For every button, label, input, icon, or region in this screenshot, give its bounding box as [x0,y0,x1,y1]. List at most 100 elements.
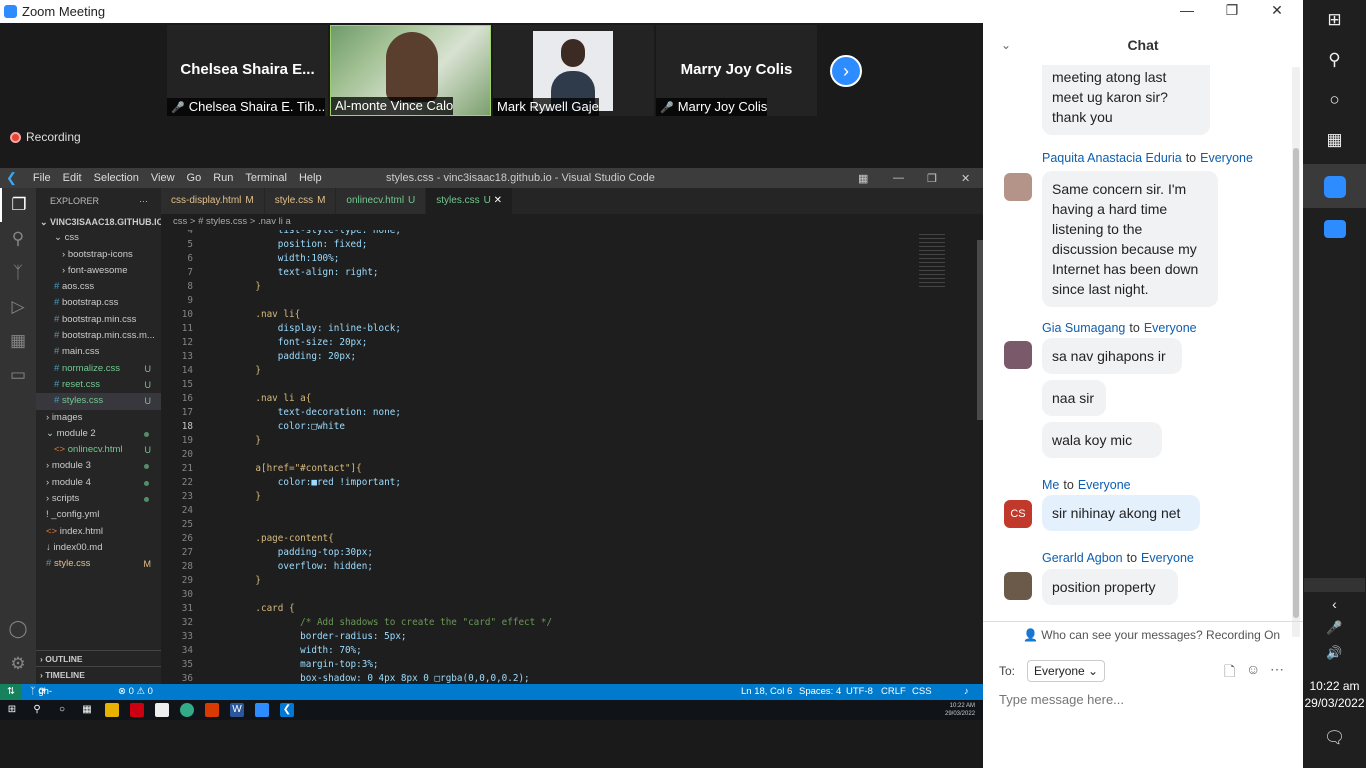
file-tree-item[interactable]: ⌄ css [36,230,161,246]
who-can-see-notice[interactable]: 👤 Who can see your messages? Recording O… [983,621,1303,647]
language-mode[interactable]: CSS [912,684,932,700]
git-branch[interactable]: ᛉ gh-pages* ⟳ [30,684,68,713]
search-icon[interactable]: ⚲ [1303,50,1366,70]
more-icon[interactable]: ⋯ [1270,661,1284,678]
file-tree-item[interactable]: # bootstrap.min.css.m... [36,328,161,344]
menu-terminal[interactable]: Terminal [239,172,293,184]
file-tree-item[interactable]: › font-awesome [36,263,161,279]
network-volume-icon[interactable]: 🔊 [1303,645,1366,661]
search-icon[interactable]: ⚲ [0,222,36,256]
file-icon[interactable]: 🗋 [1224,661,1235,685]
vs-close-icon[interactable]: ✕ [961,172,970,185]
editor-tab[interactable]: style.css M [264,188,337,214]
participant-tile[interactable]: Chelsea Shaira E... 🎤 Chelsea Shaira E. T… [167,25,328,116]
remote-icon[interactable]: ⇅ [0,684,22,700]
windows-start-icon[interactable]: ⊞ [1303,10,1366,30]
run-debug-icon[interactable]: ▷ [0,290,36,324]
menu-run[interactable]: Run [207,172,239,184]
message-sender[interactable]: Paquita Anastacia Eduria to Everyone [1042,151,1253,165]
zoom-share-icon[interactable] [1303,218,1366,238]
more-actions-icon[interactable]: ⋯ [139,188,148,214]
file-tree-item[interactable]: # normalize.css U [36,361,161,377]
tray-scrollbar[interactable] [1304,578,1365,592]
menu-edit[interactable]: Edit [57,172,88,184]
mic-icon[interactable]: 🎤 [1303,620,1366,636]
system-clock[interactable]: 10:22 am 29/03/2022 [1303,678,1366,712]
source-control-icon[interactable]: ᛉ [0,256,36,290]
show-hidden-icons[interactable]: ‹ [1303,596,1366,612]
notification-center-icon[interactable]: 🗨 [1303,728,1366,748]
file-tree-item[interactable]: # bootstrap.css [36,295,161,311]
chat-message[interactable]: wala koy mic [1042,422,1162,458]
file-tree-item[interactable]: › module 3 [36,458,161,474]
menu-help[interactable]: Help [293,172,328,184]
editor-tab[interactable]: onlinecv.html U [336,188,427,214]
file-tree-item[interactable]: › module 4 [36,475,161,491]
close-icon[interactable]: ✕ [1267,2,1287,19]
vs-restore-icon[interactable]: ❐ [927,172,937,185]
timeline-section[interactable]: › TIMELINE [36,666,161,682]
explorer-icon[interactable]: ❐ [0,188,36,222]
file-tree-item[interactable]: <> index.html [36,524,161,540]
vs-minimize-icon[interactable]: — [893,172,904,184]
remote-explorer-icon[interactable]: ▭ [0,358,36,392]
chat-message[interactable]: naa sir [1042,380,1106,416]
participant-tile[interactable]: Marry Joy Colis 🎤 Marry Joy Colis [656,25,817,116]
workspace-root[interactable]: ⌄ VINC3ISAAC18.GITHUB.IO [36,214,161,230]
file-tree-item[interactable]: # styles.css U [36,393,161,410]
minimap[interactable] [911,230,983,684]
file-tree-item[interactable]: # bootstrap.min.css [36,312,161,328]
close-tab-icon[interactable]: ✕ [491,195,502,206]
indentation[interactable]: Spaces: 4 [799,684,841,700]
notifications-bell-icon[interactable]: ♪ [964,684,969,700]
file-tree-item[interactable]: › scripts [36,491,161,507]
file-tree-item[interactable]: › bootstrap-icons [36,247,161,263]
emoji-icon[interactable]: ☺ [1246,661,1260,677]
minimize-icon[interactable]: — [1177,2,1197,18]
menu-file[interactable]: File [27,172,57,184]
recording-indicator[interactable]: Recording [10,130,81,144]
file-tree-item[interactable]: <> onlinecv.html U [36,442,161,458]
code-editor[interactable]: 4 list-style-type: none; 5 position: fixe… [161,230,911,684]
line-ending[interactable]: CRLF [881,684,906,700]
chat-scroll-thumb[interactable] [1293,148,1299,618]
next-page-button[interactable]: › [830,55,862,87]
file-tree-item[interactable]: # reset.css U [36,377,161,393]
problems-count[interactable]: ⊗ 0 ⚠ 0 [118,684,153,700]
file-tree-item[interactable]: ⌄ module 2 [36,426,161,442]
chat-message[interactable]: meeting atong last meet ug karon sir? th… [1042,65,1210,135]
menu-go[interactable]: Go [181,172,208,184]
chat-message[interactable]: position property [1042,569,1178,605]
chat-message[interactable]: Same concern sir. I'm having a hard time… [1042,171,1218,307]
editor-tab[interactable]: css-display.html M [161,188,265,214]
settings-gear-icon[interactable]: ⚙ [0,647,36,681]
chat-message-input[interactable] [999,688,1289,710]
recipient-dropdown[interactable]: Everyone ⌄ [1027,660,1106,682]
message-sender[interactable]: Gerarld Agbon to Everyone [1042,551,1194,565]
cortana-icon[interactable]: ○ [1303,90,1366,110]
file-tree-item[interactable]: ↓ index00.md [36,540,161,556]
file-tree-item[interactable]: # aos.css [36,279,161,295]
menu-view[interactable]: View [145,172,181,184]
collapse-chevron-icon[interactable]: ⌄ [1001,23,1011,67]
participant-tile[interactable]: Mark Rywell Gaje [493,25,654,116]
message-sender[interactable]: Me to Everyone [1042,478,1131,492]
file-tree-item[interactable]: ! _config.yml [36,507,161,523]
outline-section[interactable]: › OUTLINE [36,650,161,666]
file-tree-item[interactable]: › images [36,410,161,426]
maximize-icon[interactable]: ❐ [1222,2,1242,19]
editor-tab[interactable]: styles.css U ✕ [426,188,514,214]
account-icon[interactable]: ◯ [0,612,36,646]
cursor-position[interactable]: Ln 18, Col 6 [741,684,792,700]
chat-message[interactable]: sa nav gihapons ir [1042,338,1182,374]
encoding[interactable]: UTF-8 [846,684,873,700]
message-sender[interactable]: Gia Sumagang to Everyone [1042,321,1197,335]
task-view-icon[interactable]: ▦ [1303,130,1366,150]
extensions-icon[interactable]: ▦ [0,324,36,358]
layout-icon[interactable]: ▦ [858,172,868,185]
file-tree-item[interactable]: # main.css [36,344,161,360]
file-tree-item[interactable]: # style.css M [36,556,161,572]
active-speaker-tile[interactable]: Al-monte Vince Calo [330,25,491,116]
chat-message[interactable]: sir nihinay akong net [1042,495,1200,531]
menu-selection[interactable]: Selection [88,172,145,184]
